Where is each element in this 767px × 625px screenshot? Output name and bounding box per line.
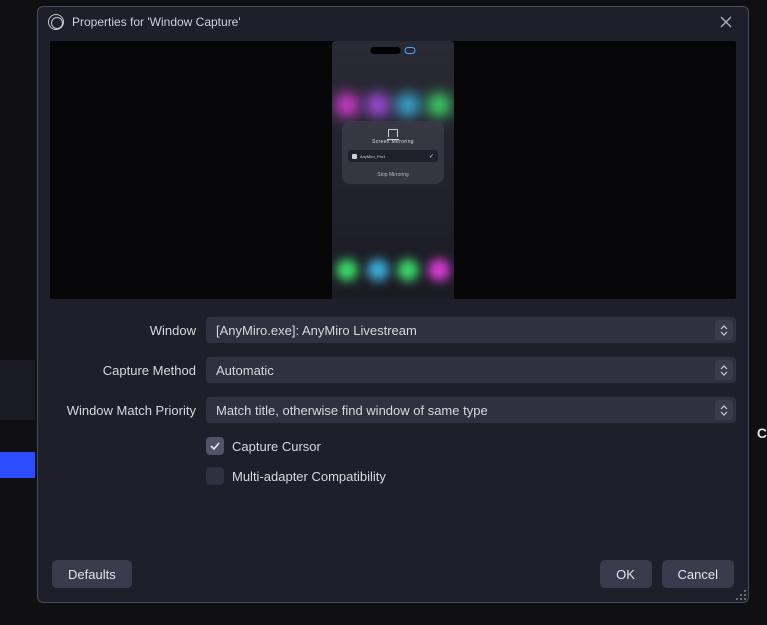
preview-device-name: AnyMiro_Pro1: [360, 154, 385, 159]
source-preview: Screen Mirroring AnyMiro_Pro1 ✓ Stop Mir…: [50, 41, 736, 299]
close-icon: [720, 16, 732, 28]
match-priority-select[interactable]: Match title, otherwise find window of sa…: [206, 397, 736, 423]
window-select-value: [AnyMiro.exe]: AnyMiro Livestream: [216, 323, 417, 338]
close-button[interactable]: [714, 10, 738, 34]
preview-phone: Screen Mirroring AnyMiro_Pro1 ✓ Stop Mir…: [332, 41, 454, 299]
chevron-down-icon: [720, 371, 728, 376]
chevron-up-icon: [720, 365, 728, 370]
preview-mirroring-card: Screen Mirroring AnyMiro_Pro1 ✓ Stop Mir…: [342, 121, 444, 184]
window-label: Window: [50, 323, 206, 338]
screen-mirror-icon: [388, 129, 398, 137]
capture-cursor-label: Capture Cursor: [232, 439, 321, 454]
device-icon: [352, 154, 357, 159]
chevron-down-icon: [720, 411, 728, 416]
chevron-up-icon: [720, 325, 728, 330]
window-select[interactable]: [AnyMiro.exe]: AnyMiro Livestream: [206, 317, 736, 343]
phone-status-pill-icon: [405, 47, 416, 54]
match-priority-value: Match title, otherwise find window of sa…: [216, 403, 488, 418]
select-spinner[interactable]: [715, 360, 733, 380]
checkmark-icon: [209, 440, 221, 452]
properties-dialog: Properties for 'Window Capture' Screen M…: [37, 6, 749, 603]
capture-cursor-checkbox[interactable]: [206, 437, 224, 455]
select-spinner[interactable]: [715, 400, 733, 420]
form-area: Window [AnyMiro.exe]: AnyMiro Livestream…: [50, 299, 736, 497]
chevron-up-icon: [720, 405, 728, 410]
select-spinner[interactable]: [715, 320, 733, 340]
capture-method-label: Capture Method: [50, 363, 206, 378]
chevron-down-icon: [720, 331, 728, 336]
dialog-footer: Defaults OK Cancel: [38, 552, 748, 602]
multi-adapter-label: Multi-adapter Compatibility: [232, 469, 386, 484]
multi-adapter-checkbox[interactable]: [206, 467, 224, 485]
capture-method-value: Automatic: [216, 363, 274, 378]
cancel-button[interactable]: Cancel: [662, 560, 734, 588]
titlebar: Properties for 'Window Capture': [38, 7, 748, 37]
checkmark-icon: ✓: [429, 153, 434, 160]
obs-logo-icon: [48, 14, 64, 30]
background-peek: C: [757, 425, 767, 441]
preview-stop-label: Stop Mirroring: [348, 172, 438, 178]
defaults-button[interactable]: Defaults: [52, 560, 132, 588]
capture-method-select[interactable]: Automatic: [206, 357, 736, 383]
match-priority-label: Window Match Priority: [50, 403, 206, 418]
phone-notch-icon: [371, 47, 401, 54]
dialog-title: Properties for 'Window Capture': [72, 15, 241, 29]
ok-button[interactable]: OK: [600, 560, 652, 588]
resize-grip-icon[interactable]: [734, 588, 746, 600]
